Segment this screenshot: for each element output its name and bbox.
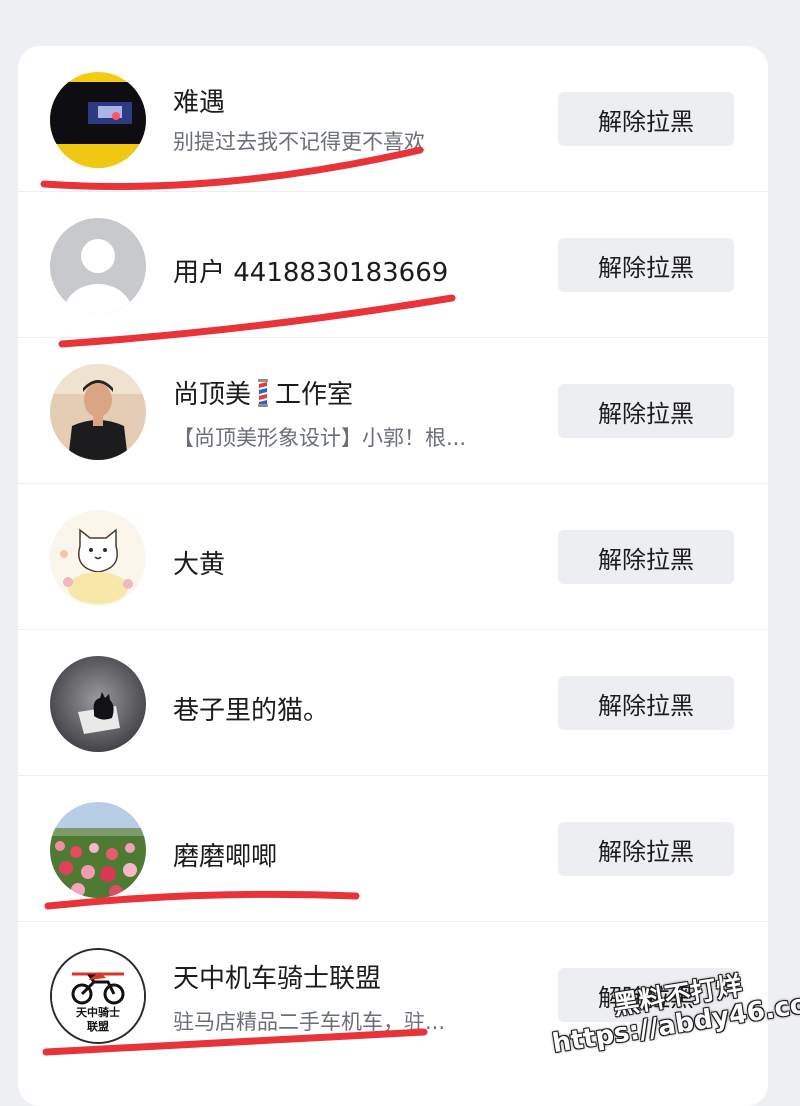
blocked-user-name: 磨磨唧唧 xyxy=(173,842,278,872)
blocked-user-row: 尚顶美 工作室 【尚顶美形象设计】小郭！根... 解除拉黑 xyxy=(18,338,768,484)
unblock-button[interactable]: 解除拉黑 xyxy=(558,238,734,292)
blocked-user-name: 大黄 xyxy=(173,550,226,580)
blocked-user-row: 磨磨唧唧 解除拉黑 xyxy=(18,776,768,922)
blocked-user-name: 天中机车骑士联盟 xyxy=(173,964,382,994)
blocked-user-name: 尚顶美 工作室 xyxy=(173,374,353,411)
default-user-avatar[interactable] xyxy=(50,218,146,314)
unblock-button[interactable]: 解除拉黑 xyxy=(558,530,734,584)
blocked-user-signature: 驻马店精品二手车机车，驻... xyxy=(173,1010,446,1034)
name-prefix: 尚顶美 xyxy=(173,380,252,410)
unblock-button[interactable]: 解除拉黑 xyxy=(558,822,734,876)
night-car-avatar[interactable] xyxy=(50,72,146,168)
logo-text-top: 天中骑士 xyxy=(76,1005,120,1019)
blocked-user-signature: 【尚顶美形象设计】小郭！根... xyxy=(173,426,467,450)
blocked-user-name: 用户 4418830183669 xyxy=(173,258,449,288)
blocked-user-signature: 别提过去我不记得更不喜欢 xyxy=(173,130,425,154)
motorcycle-club-logo-avatar[interactable]: 天中骑士 联盟 xyxy=(50,948,146,1044)
cartoon-cat-avatar[interactable] xyxy=(50,510,146,606)
blocked-user-name: 巷子里的猫。 xyxy=(173,696,330,726)
blocked-user-row: 巷子里的猫。 解除拉黑 xyxy=(18,630,768,776)
blocked-user-name: 难遇 xyxy=(173,88,226,118)
black-cat-avatar[interactable] xyxy=(50,656,146,752)
logo-text-bottom: 联盟 xyxy=(87,1019,109,1033)
name-suffix: 工作室 xyxy=(275,380,354,410)
unblock-button[interactable]: 解除拉黑 xyxy=(558,92,734,146)
man-portrait-avatar[interactable] xyxy=(50,364,146,460)
tulip-field-avatar[interactable] xyxy=(50,802,146,898)
unblock-button[interactable]: 解除拉黑 xyxy=(558,384,734,438)
blocked-user-row: 难遇 别提过去我不记得更不喜欢 解除拉黑 xyxy=(18,46,768,192)
blocked-user-row: 大黄 解除拉黑 xyxy=(18,484,768,630)
barber-pole-icon xyxy=(258,379,269,407)
unblock-button[interactable]: 解除拉黑 xyxy=(558,676,734,730)
blocked-user-row: 用户 4418830183669 解除拉黑 xyxy=(18,192,768,338)
